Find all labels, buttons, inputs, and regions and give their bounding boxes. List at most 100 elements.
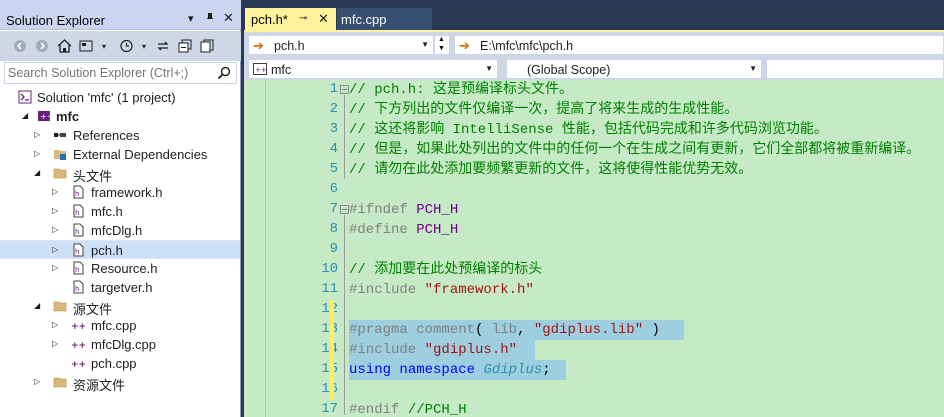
collapsed-arrow-icon[interactable]: ▷ [52, 339, 61, 349]
close-icon[interactable]: ✕ [318, 11, 329, 27]
pin-icon[interactable]: ⊸ [299, 13, 307, 24]
caret-down-icon[interactable]: ▼ [438, 45, 445, 52]
collapsed-arrow-icon[interactable]: ▷ [52, 245, 61, 255]
tree-item-label: 资源文件 [73, 378, 126, 393]
search-icon[interactable] [217, 66, 231, 83]
tree-item-label: mfc.h [91, 204, 123, 219]
scope-combo-value: (Global Scope) [527, 63, 611, 77]
chevron-down-icon[interactable]: ▼ [421, 40, 429, 49]
collapsed-arrow-icon[interactable]: ▷ [52, 225, 61, 235]
svg-text:h: h [75, 209, 79, 217]
tree-item-label: pch.cpp [91, 356, 137, 371]
fold-guide [344, 95, 345, 179]
collapsed-arrow-icon[interactable]: ▷ [52, 263, 61, 273]
tree-item-label: mfc [56, 109, 80, 124]
tree-item-solution[interactable]: Solution 'mfc' (1 project) [0, 88, 240, 107]
collapsed-arrow-icon[interactable]: ▷ [52, 320, 61, 330]
scope-combo[interactable]: (Global Scope) ▼ [506, 59, 762, 79]
code-line-3: // 这还将影响 IntelliSense 性能，包括代码完成和许多代码浏览功能… [349, 122, 828, 138]
svg-text:++: ++ [71, 360, 85, 370]
keyword: using [349, 362, 392, 378]
line-number: 10 [321, 261, 338, 277]
chevron-down-icon[interactable]: ▼ [485, 64, 493, 73]
collapsed-arrow-icon[interactable]: ▷ [34, 130, 43, 140]
scroll-stepper[interactable]: ▲ ▼ [434, 35, 450, 55]
expanded-arrow-icon[interactable]: ◢ [34, 301, 43, 311]
tree-item-file[interactable]: h targetver.h [0, 278, 240, 297]
tree-item-file[interactable]: ++ pch.cpp [0, 354, 240, 373]
project-combo[interactable]: ++ mfc ▼ [248, 59, 498, 79]
search-box[interactable] [4, 62, 237, 84]
pin-icon[interactable] [205, 12, 215, 26]
tree-item-label: pch.h [91, 243, 123, 258]
tree-item-references[interactable]: ▷ References [0, 126, 240, 145]
punctuation: ; [542, 362, 551, 378]
show-all-files-icon[interactable] [199, 38, 215, 54]
code-line-17: #endif //PCH_H [349, 400, 467, 417]
header-file-icon: h [71, 280, 85, 294]
tree-item-file[interactable]: ▷ h mfc.h [0, 202, 240, 221]
file-combo[interactable]: ➔ pch.h ▼ [248, 35, 434, 55]
navigation-bar: ➔ pch.h ▼ ▲ ▼ ➔ E:\mfc\mfc\pch.h [244, 32, 944, 58]
tree-item-file-selected[interactable]: ▷ h pch.h [0, 240, 240, 259]
chevron-down-icon[interactable]: ▼ [749, 64, 757, 73]
expanded-arrow-icon[interactable]: ◢ [34, 168, 43, 178]
forward-icon[interactable] [34, 38, 50, 54]
folder-icon [53, 166, 67, 180]
header-file-icon: h [71, 261, 85, 275]
collapsed-arrow-icon[interactable]: ▷ [52, 187, 61, 197]
tree-item-external-dependencies[interactable]: ▷ External Dependencies [0, 145, 240, 164]
collapsed-arrow-icon[interactable]: ▷ [34, 377, 43, 387]
home-icon[interactable] [56, 38, 72, 54]
tab-pch-h[interactable]: pch.h* ⊸ ✕ [245, 8, 336, 30]
tree-item-file[interactable]: ▷ h Resource.h [0, 259, 240, 278]
collapse-all-icon[interactable] [177, 38, 193, 54]
tree-item-header-files[interactable]: ◢ 头文件 [0, 164, 240, 184]
comment: //PCH_H [407, 402, 467, 417]
sync-icon[interactable] [155, 38, 171, 54]
collapse-icon[interactable]: − [340, 205, 349, 214]
macro-name: PCH_H [416, 222, 459, 238]
collapse-icon[interactable]: − [340, 85, 349, 94]
path-combo-value: E:\mfc\mfc\pch.h [480, 39, 574, 53]
svg-text:h: h [75, 190, 79, 198]
collapsed-arrow-icon[interactable]: ▷ [52, 206, 61, 216]
tree-item-source-files[interactable]: ◢ 源文件 [0, 297, 240, 317]
tree-item-file[interactable]: ▷ h mfcDlg.h [0, 221, 240, 240]
tree-item-project[interactable]: ◢ ++ mfc [0, 107, 240, 126]
chevron-down-icon[interactable]: ▾ [96, 38, 112, 54]
switch-views-icon[interactable] [78, 38, 94, 54]
code-line-8: #define PCH_H [349, 220, 458, 240]
chevron-down-icon[interactable]: ▾ [136, 38, 152, 54]
cpp-file-icon: ++ [71, 356, 86, 370]
tab-mfc-cpp[interactable]: mfc.cpp [337, 8, 432, 30]
indicator-margin [244, 80, 266, 417]
expanded-arrow-icon[interactable]: ◢ [22, 111, 31, 121]
project-icon: ++ [253, 63, 267, 78]
close-icon[interactable]: ✕ [223, 10, 234, 26]
path-combo[interactable]: ➔ E:\mfc\mfc\pch.h [454, 35, 944, 55]
history-icon[interactable] [118, 37, 134, 53]
code-area[interactable]: 1 2 3 4 5 6 7 8 9 10 11 12 13 14 15 16 1… [244, 80, 944, 417]
line-number: 13 [266, 321, 338, 337]
line-number: 9 [329, 241, 338, 257]
svg-text:++: ++ [71, 322, 85, 332]
back-icon[interactable] [12, 38, 28, 54]
file-combo-value: pch.h [274, 39, 305, 53]
panel-menu-icon[interactable]: ▾ [188, 12, 194, 25]
caret-up-icon[interactable]: ▲ [438, 36, 445, 43]
tree-item-resource-files[interactable]: ▷ 资源文件 [0, 373, 240, 393]
punctuation: ( [475, 322, 492, 338]
solution-explorer-titlebar: Solution Explorer ▾ ✕ [0, 0, 241, 30]
collapsed-arrow-icon[interactable]: ▷ [34, 149, 43, 159]
line-number: 1 [329, 81, 338, 97]
member-combo[interactable] [766, 59, 944, 79]
tree-item-file[interactable]: ▷ ++ mfc.cpp [0, 316, 240, 335]
macro-name: PCH_H [416, 202, 459, 218]
tree-item-label: mfcDlg.h [91, 223, 143, 238]
search-input[interactable] [8, 65, 208, 81]
tree-item-file[interactable]: ▷ ++ mfcDlg.cpp [0, 335, 240, 354]
external-deps-icon [53, 147, 67, 161]
tree-item-file[interactable]: ▷ h framework.h [0, 183, 240, 202]
header-file-icon: h [71, 243, 85, 257]
